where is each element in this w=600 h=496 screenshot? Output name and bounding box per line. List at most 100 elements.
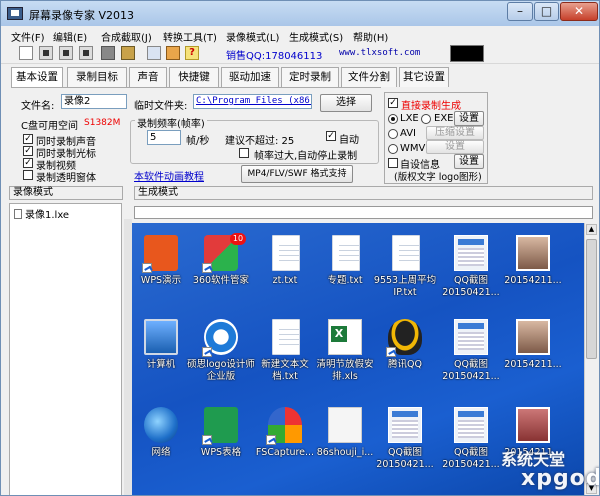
- website-link[interactable]: www.tlxsoft.com: [339, 48, 420, 58]
- screenshot-icon: [388, 407, 422, 443]
- desktop-icon[interactable]: WPS表格: [186, 403, 256, 475]
- tab-scheduled[interactable]: 定时录制: [281, 67, 339, 87]
- icon-label: 硕思logo设计师企业版: [187, 359, 255, 382]
- app-icon: [7, 7, 23, 20]
- record-audio-checkbox[interactable]: ✓: [23, 134, 33, 144]
- tool-icon[interactable]: [121, 46, 135, 60]
- title-bar[interactable]: 屏幕录像专家 V2013 – □ ✕: [1, 1, 599, 26]
- direct-gen-label: 直接录制生成: [401, 101, 461, 112]
- maximize-button[interactable]: □: [534, 2, 559, 21]
- text-file-icon: [272, 235, 300, 271]
- tab-record-target[interactable]: 录制目标: [67, 67, 127, 87]
- menu-file[interactable]: 文件(F): [11, 29, 45, 44]
- auto-stop-checkbox[interactable]: [239, 148, 249, 158]
- avi-radio[interactable]: [388, 129, 398, 139]
- pause-icon[interactable]: [59, 46, 73, 60]
- excel-file-icon: X: [328, 319, 362, 355]
- photo-icon: [516, 319, 550, 355]
- icon-label: WPS表格: [200, 447, 242, 458]
- icon-label: QQ截图20150421...: [376, 447, 434, 470]
- desktop-icon[interactable]: QQ截图20150421...: [436, 403, 506, 475]
- wmv-radio[interactable]: [388, 144, 398, 154]
- close-button[interactable]: ✕: [560, 2, 598, 21]
- filename-label: 文件名:: [21, 101, 55, 112]
- gen-mode-field[interactable]: [134, 206, 593, 219]
- desktop-icon[interactable]: 20154211...: [498, 231, 568, 303]
- desktop-icon[interactable]: 9553上周平均IP.txt: [370, 231, 440, 303]
- minimize-button[interactable]: –: [507, 2, 533, 21]
- tab-other[interactable]: 其它设置: [399, 67, 449, 87]
- custom-info-settings-button[interactable]: 设置: [454, 154, 484, 169]
- tempdir-input[interactable]: C:\Program Files (x86)\: [193, 94, 312, 109]
- record-cursor-checkbox[interactable]: ✓: [23, 146, 33, 156]
- record-video-checkbox[interactable]: ✓: [23, 158, 33, 168]
- preview-box: [450, 45, 484, 62]
- lxe-radio[interactable]: [388, 114, 398, 124]
- tab-basic[interactable]: 基本设置: [11, 67, 63, 88]
- network-icon: [144, 407, 178, 443]
- desktop-icon[interactable]: QQ截图20150421...: [370, 403, 440, 475]
- screenshot-icon: [454, 235, 488, 271]
- desktop-icon[interactable]: QQ截图20150421...: [436, 315, 506, 387]
- file-icon: [14, 209, 22, 219]
- desktop-icon[interactable]: 20154211...: [498, 315, 568, 387]
- recording-list: 录像1.lxe: [9, 203, 122, 495]
- record-transparent-checkbox[interactable]: [23, 170, 33, 180]
- desktop-scrollbar[interactable]: ▲ ▼: [584, 223, 597, 495]
- tab-driver-accel[interactable]: 驱动加速: [221, 67, 279, 87]
- monitor-icon[interactable]: [147, 46, 161, 60]
- app-window: 屏幕录像专家 V2013 – □ ✕ 文件(F) 编辑(E) 合成截取(J) 转…: [0, 0, 600, 496]
- wmv-settings-button[interactable]: 设置: [426, 140, 484, 154]
- qq-icon: [386, 319, 422, 357]
- splitter[interactable]: [124, 219, 132, 495]
- custom-info-checkbox[interactable]: [388, 158, 398, 168]
- scroll-up-icon[interactable]: ▲: [586, 224, 597, 235]
- tutorial-link[interactable]: 本软件动画教程: [134, 168, 204, 183]
- camera-icon[interactable]: [101, 46, 115, 60]
- screenshot-icon: [454, 407, 488, 443]
- compress-settings-button[interactable]: 压缩设置: [426, 126, 484, 140]
- scroll-thumb[interactable]: [586, 239, 597, 359]
- menu-convert[interactable]: 转换工具(T): [163, 29, 217, 44]
- filename-input[interactable]: 录像2: [61, 94, 127, 109]
- new-file-icon[interactable]: [19, 46, 33, 60]
- icon-label: 20154211...: [504, 275, 562, 286]
- watermark-logo: xpgod: [521, 466, 600, 491]
- tab-file-split[interactable]: 文件分割: [341, 67, 397, 87]
- desktop-icon[interactable]: 硕思logo设计师企业版: [186, 315, 256, 387]
- desktop-icon[interactable]: 10 360软件管家: [186, 231, 256, 303]
- direct-gen-checkbox[interactable]: ✓: [388, 98, 398, 108]
- icon-label: 360软件管家: [192, 275, 250, 286]
- record-icon[interactable]: [39, 46, 53, 60]
- menu-compose[interactable]: 合成截取(J): [101, 29, 152, 44]
- menu-gen-mode[interactable]: 生成模式(S): [289, 29, 343, 44]
- select-folder-button[interactable]: 选择: [320, 94, 372, 112]
- lxe-settings-button[interactable]: 设置: [454, 111, 484, 126]
- format-support-button[interactable]: MP4/FLV/SWF 格式支持: [241, 165, 353, 183]
- icon-label: QQ截图20150421...: [442, 447, 500, 470]
- auto-fps-checkbox[interactable]: ✓: [326, 131, 336, 141]
- exe-radio[interactable]: [421, 114, 431, 124]
- desktop-icon[interactable]: QQ截图20150421...: [436, 231, 506, 303]
- menu-record-mode[interactable]: 录像模式(L): [226, 29, 279, 44]
- screenshot-icon: [454, 319, 488, 355]
- wmv-label: WMV: [400, 143, 426, 154]
- auto-stop-label: 帧率过大,自动停止录制: [254, 151, 358, 162]
- list-item[interactable]: 录像1.lxe: [14, 206, 69, 221]
- excel-badge: X: [331, 326, 347, 342]
- auto-fps-label: 自动: [339, 135, 359, 146]
- help-icon[interactable]: ?: [185, 46, 199, 60]
- stop-icon[interactable]: [79, 46, 93, 60]
- sales-qq-text: 销售QQ:178046113: [226, 51, 323, 62]
- computer-icon: [144, 319, 178, 355]
- text-file-icon: [392, 235, 420, 271]
- fps-input[interactable]: 5: [147, 130, 181, 145]
- settings-icon[interactable]: [166, 46, 180, 60]
- menu-edit[interactable]: 编辑(E): [53, 29, 87, 44]
- tab-hotkeys[interactable]: 快捷键: [169, 67, 219, 87]
- menu-help[interactable]: 帮助(H): [353, 29, 388, 44]
- tempdir-label: 临时文件夹:: [134, 101, 188, 112]
- tab-audio[interactable]: 声音: [129, 67, 167, 87]
- fps-unit-label: 帧/秒: [186, 136, 210, 147]
- desktop-icon[interactable]: 腾讯QQ: [370, 315, 440, 387]
